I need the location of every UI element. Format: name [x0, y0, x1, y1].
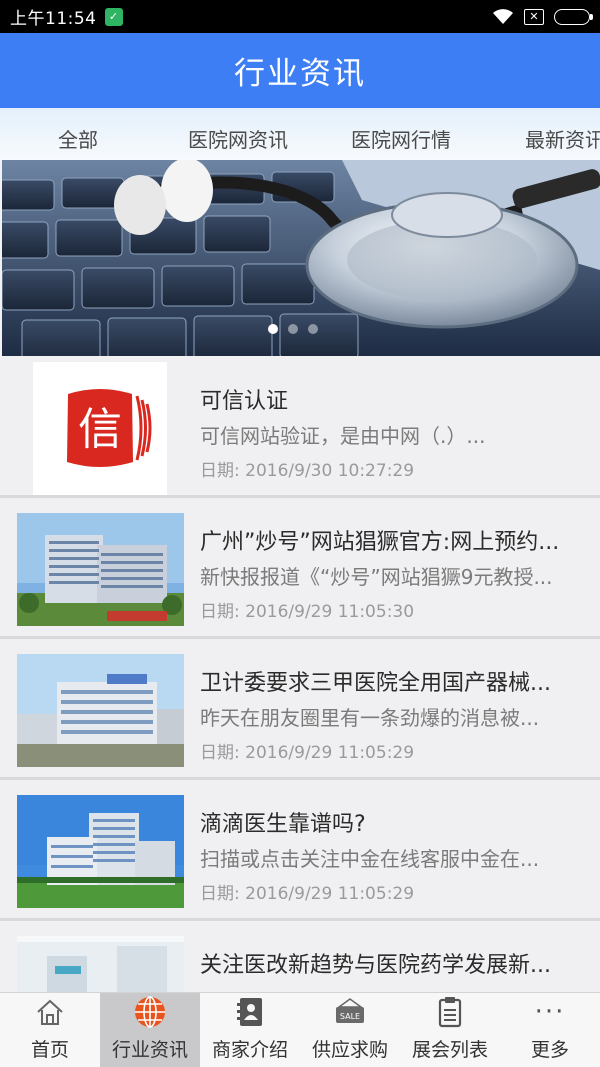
bottom-navigation: 首页 行业资讯 商家介绍 SALE 供应求购 展会列表 ··· 更多 [0, 992, 600, 1067]
tab-all[interactable]: 全部 [58, 108, 98, 160]
nav-label: 行业资讯 [111, 1039, 188, 1061]
sale-tag-icon: SALE [333, 995, 367, 1029]
news-item[interactable]: 信 可信认证 可信网站验证，是由中网（.）... 日期: 2016/9/30 1… [0, 357, 600, 498]
news-summary: 昨天在朋友圈里有一条劲爆的消息被... [200, 706, 540, 730]
app-header: 行业资讯 [0, 33, 600, 108]
news-date: 日期: 2016/9/29 11:05:30 [200, 602, 415, 622]
news-title: 滴滴医生靠谱吗? [200, 812, 366, 837]
news-summary: 可信网站验证，是由中网（.）... [200, 424, 486, 448]
status-icons: ✕ [492, 8, 593, 25]
news-summary: 新快报报道《“炒号”网站猖獗9元教授... [200, 565, 553, 589]
hospital-building-image [17, 795, 184, 908]
hospital-building-image [17, 654, 184, 767]
more-dots-icon: ··· [533, 995, 567, 1029]
news-summary: 扫描或点击关注中金在线客服中金在... [200, 847, 540, 871]
battery-icon [554, 8, 593, 25]
news-title: 可信认证 [200, 389, 289, 414]
home-icon [33, 995, 67, 1029]
tab-hospital-news[interactable]: 医院网资讯 [188, 108, 288, 160]
trust-badge-icon: 信 [67, 389, 152, 467]
carousel-dot[interactable] [268, 324, 278, 334]
nav-label: 更多 [530, 1039, 569, 1061]
nav-label: 供应求购 [311, 1039, 388, 1061]
news-date: 日期: 2016/9/29 11:05:29 [200, 884, 415, 904]
shield-icon: ✓ [104, 7, 123, 26]
nav-merchants[interactable]: 商家介绍 [200, 993, 300, 1067]
globe-icon [133, 995, 167, 1029]
news-date: 日期: 2016/9/29 11:05:29 [200, 743, 415, 763]
news-title: 卫计委要求三甲医院全用国产器械... [200, 671, 551, 696]
tab-latest-news[interactable]: 最新资讯 [525, 108, 600, 160]
tab-hospital-market[interactable]: 医院网行情 [351, 108, 451, 160]
news-title: 广州”炒号”网站猖獗官方:网上预约... [200, 530, 560, 555]
hospital-building-image [17, 513, 184, 626]
nav-supply-demand[interactable]: SALE 供应求购 [300, 993, 400, 1067]
carousel-dot[interactable] [288, 324, 298, 334]
carousel-dot[interactable] [308, 324, 318, 334]
news-item[interactable]: 关注医改新趋势与医院药学发展新... [0, 921, 600, 1001]
category-tabs: 全部 医院网资讯 医院网行情 最新资讯 [0, 108, 600, 160]
news-item[interactable]: 卫计委要求三甲医院全用国产器械... 昨天在朋友圈里有一条劲爆的消息被... 日… [0, 639, 600, 780]
nav-home[interactable]: 首页 [0, 993, 100, 1067]
nav-more[interactable]: ··· 更多 [500, 993, 600, 1067]
trust-logo-thumbnail: 信 [33, 362, 167, 495]
no-sim-icon: ✕ [524, 8, 544, 25]
news-date: 日期: 2016/9/30 10:27:29 [200, 461, 415, 481]
nav-industry-news[interactable]: 行业资讯 [100, 993, 200, 1067]
carousel-indicator [268, 324, 318, 334]
news-thumbnail [17, 654, 184, 767]
news-item[interactable]: 广州”炒号”网站猖獗官方:网上预约... 新快报报道《“炒号”网站猖獗9元教授.… [0, 498, 600, 639]
nav-label: 展会列表 [411, 1039, 488, 1061]
clipboard-icon [433, 995, 467, 1029]
news-thumbnail [17, 795, 184, 908]
nav-label: 首页 [30, 1039, 69, 1061]
status-bar: 上午11:54 ✓ ✕ [0, 0, 600, 33]
status-time: 上午11:54 [10, 9, 97, 29]
nav-label: 商家介绍 [211, 1039, 288, 1061]
nav-exhibitions[interactable]: 展会列表 [400, 993, 500, 1067]
app-screen: 上午11:54 ✓ ✕ 行业资讯 全部 医院网资讯 医院网行情 最新资讯 信 可… [0, 0, 600, 1067]
sale-tag-text: SALE [340, 1012, 360, 1021]
trust-badge-text: 信 [78, 404, 122, 455]
page-title: 行业资讯 [234, 56, 366, 92]
news-item[interactable]: 滴滴医生靠谱吗? 扫描或点击关注中金在线客服中金在... 日期: 2016/9/… [0, 780, 600, 921]
wifi-icon [493, 8, 513, 24]
more-dots-glyph: ··· [534, 997, 566, 1027]
contacts-book-icon [233, 995, 267, 1029]
news-title: 关注医改新趋势与医院药学发展新... [200, 953, 551, 978]
news-thumbnail [17, 513, 184, 626]
